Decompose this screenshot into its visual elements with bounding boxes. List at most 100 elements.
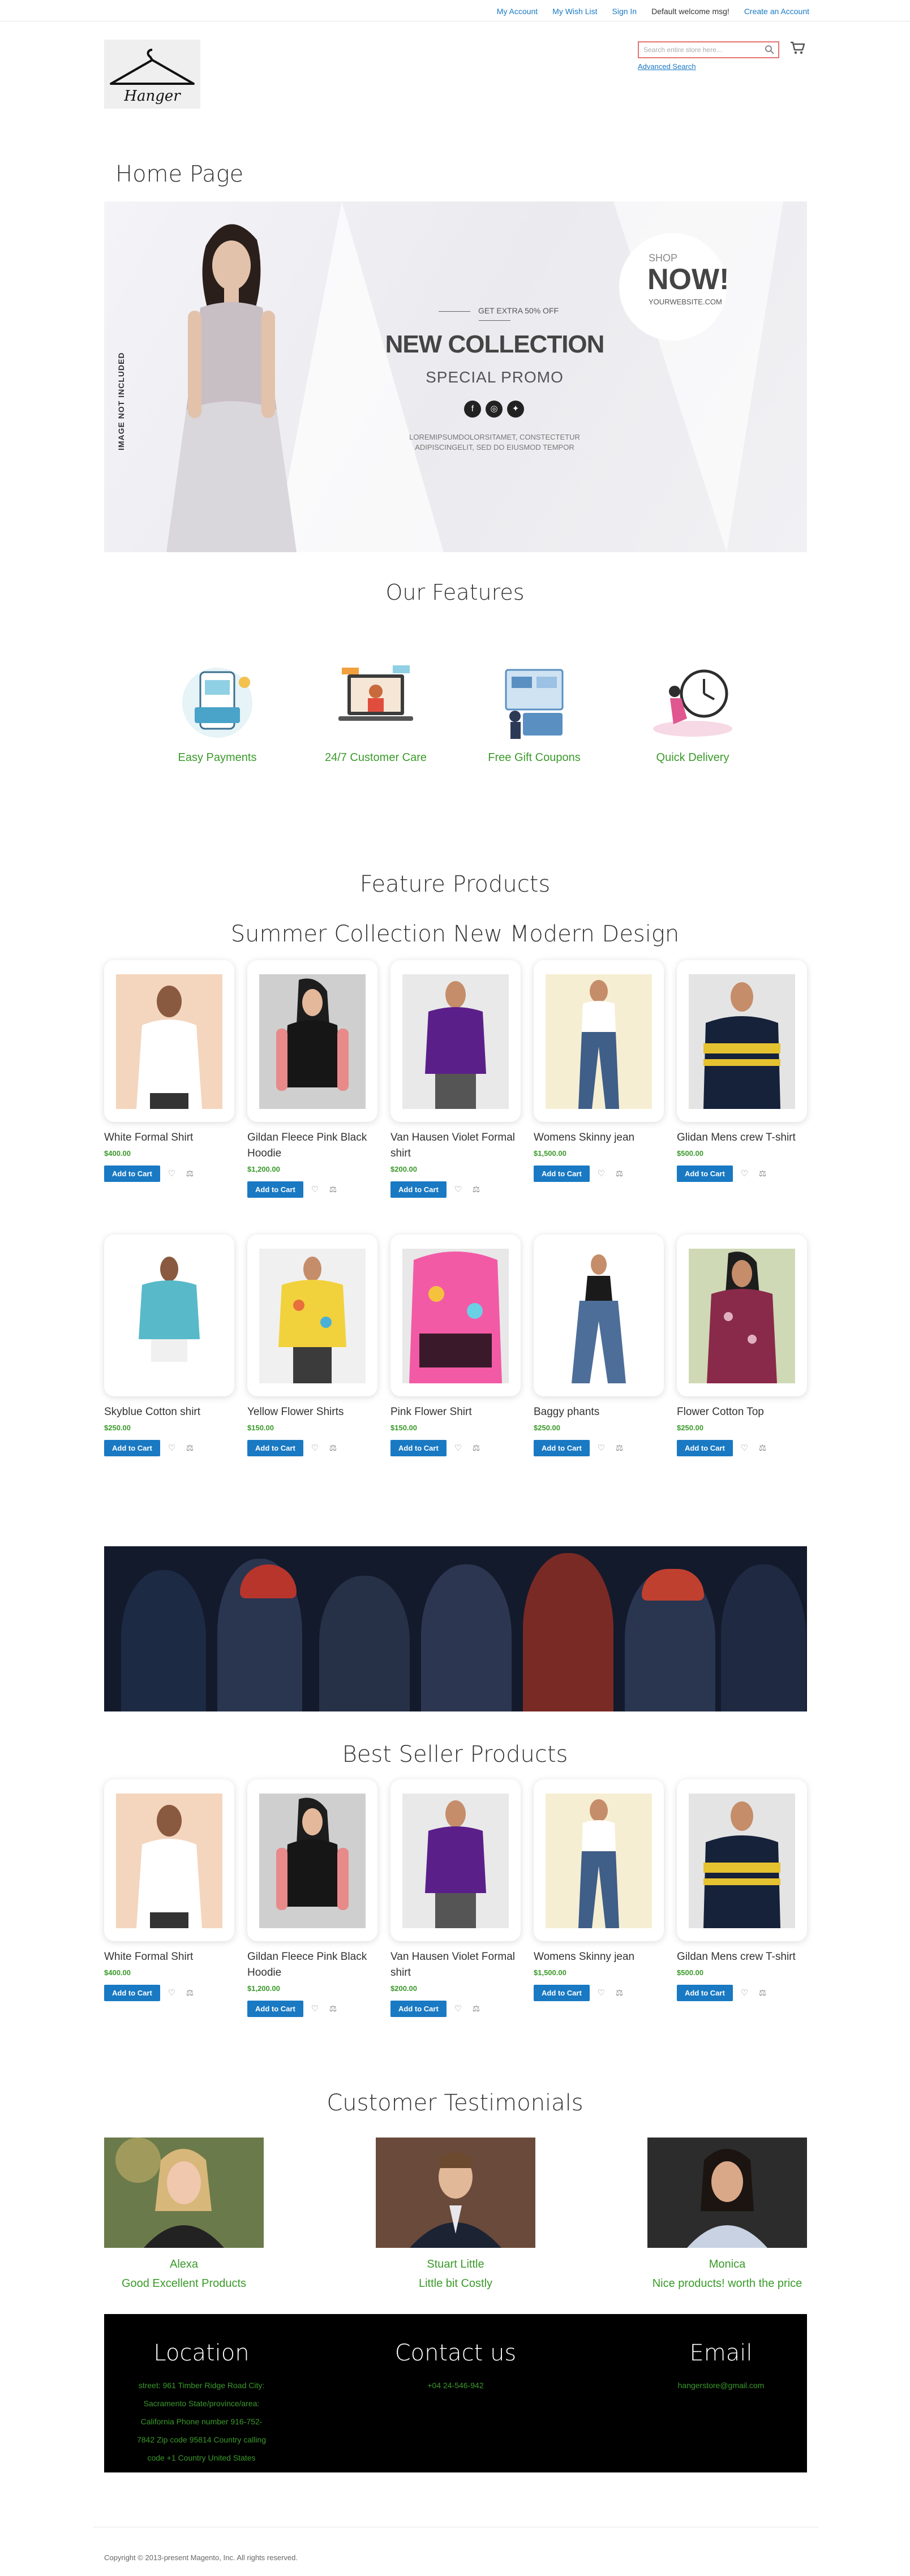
- wishlist-icon[interactable]: ♡: [741, 1443, 751, 1453]
- compare-icon[interactable]: ⚖: [759, 1443, 769, 1453]
- compare-icon[interactable]: ⚖: [186, 1443, 196, 1453]
- create-account-link[interactable]: Create an Account: [744, 7, 809, 16]
- wishlist-icon[interactable]: ♡: [168, 1443, 178, 1453]
- product-name[interactable]: Gildan Fleece Pink Black Hoodie: [247, 1949, 377, 1981]
- product-card[interactable]: Glidan Mens crew T-shirt $500.00 Add to …: [677, 960, 807, 1182]
- search-icon[interactable]: [765, 45, 775, 55]
- product-name[interactable]: Skyblue Cotton shirt: [104, 1404, 234, 1420]
- product-card[interactable]: Womens Skinny jean $1,500.00 Add to Cart…: [534, 1779, 664, 2001]
- product-image-frame[interactable]: [534, 1235, 664, 1396]
- add-to-cart-button[interactable]: Add to Cart: [104, 1166, 160, 1182]
- add-to-cart-button[interactable]: Add to Cart: [534, 1166, 590, 1182]
- wishlist-icon[interactable]: ♡: [454, 1185, 465, 1194]
- product-card[interactable]: Yellow Flower Shirts $150.00 Add to Cart…: [247, 1235, 377, 1456]
- store-logo[interactable]: Hanger: [104, 40, 200, 109]
- add-to-cart-button[interactable]: Add to Cart: [247, 2001, 303, 2017]
- advanced-search-link[interactable]: Advanced Search: [638, 62, 696, 71]
- product-card[interactable]: White Formal Shirt $400.00 Add to Cart ♡…: [104, 1779, 234, 2001]
- compare-icon[interactable]: ⚖: [616, 1988, 626, 1998]
- wishlist-icon[interactable]: ♡: [311, 1443, 321, 1453]
- product-name[interactable]: Yellow Flower Shirts: [247, 1404, 377, 1420]
- wishlist-icon[interactable]: ♡: [311, 2004, 321, 2014]
- my-wish-list-link[interactable]: My Wish List: [552, 7, 597, 16]
- product-card[interactable]: Gildan Fleece Pink Black Hoodie $1,200.0…: [247, 1779, 377, 2017]
- product-name[interactable]: Van Hausen Violet Formal shirt: [390, 1130, 521, 1162]
- add-to-cart-button[interactable]: Add to Cart: [534, 1440, 590, 1456]
- product-card[interactable]: Flower Cotton Top $250.00 Add to Cart ♡ …: [677, 1235, 807, 1456]
- wishlist-icon[interactable]: ♡: [598, 1169, 608, 1179]
- product-image-frame[interactable]: [247, 960, 377, 1122]
- product-card[interactable]: Van Hausen Violet Formal shirt $200.00 A…: [390, 960, 521, 1198]
- product-image-frame[interactable]: [247, 1235, 377, 1396]
- compare-icon[interactable]: ⚖: [759, 1988, 769, 1998]
- product-name[interactable]: Van Hausen Violet Formal shirt: [390, 1949, 521, 1981]
- product-name[interactable]: White Formal Shirt: [104, 1130, 234, 1146]
- compare-icon[interactable]: ⚖: [186, 1988, 196, 1998]
- compare-icon[interactable]: ⚖: [186, 1169, 196, 1179]
- product-image-frame[interactable]: [104, 1235, 234, 1396]
- product-name[interactable]: Womens Skinny jean: [534, 1949, 664, 1965]
- product-card[interactable]: Womens Skinny jean $1,500.00 Add to Cart…: [534, 960, 664, 1182]
- add-to-cart-button[interactable]: Add to Cart: [390, 1440, 447, 1456]
- wishlist-icon[interactable]: ♡: [454, 2004, 465, 2014]
- product-card[interactable]: Van Hausen Violet Formal shirt $200.00 A…: [390, 1779, 521, 2017]
- product-image-frame[interactable]: [677, 1235, 807, 1396]
- wishlist-icon[interactable]: ♡: [598, 1443, 608, 1453]
- product-name[interactable]: Baggy phants: [534, 1404, 664, 1420]
- product-image-frame[interactable]: [534, 1779, 664, 1941]
- product-image-frame[interactable]: [677, 960, 807, 1122]
- add-to-cart-button[interactable]: Add to Cart: [247, 1440, 303, 1456]
- product-image-frame[interactable]: [247, 1779, 377, 1941]
- product-image-frame[interactable]: [104, 960, 234, 1122]
- product-name[interactable]: Womens Skinny jean: [534, 1130, 664, 1146]
- add-to-cart-button[interactable]: Add to Cart: [677, 1166, 733, 1182]
- product-image-frame[interactable]: [390, 1779, 521, 1941]
- product-card[interactable]: White Formal Shirt $400.00 Add to Cart ♡…: [104, 960, 234, 1182]
- product-name[interactable]: Glidan Mens crew T-shirt: [677, 1130, 807, 1146]
- compare-icon[interactable]: ⚖: [329, 1443, 340, 1453]
- product-name[interactable]: Gildan Fleece Pink Black Hoodie: [247, 1130, 377, 1162]
- compare-icon[interactable]: ⚖: [616, 1443, 626, 1453]
- wishlist-icon[interactable]: ♡: [311, 1185, 321, 1194]
- compare-icon[interactable]: ⚖: [473, 1185, 483, 1194]
- add-to-cart-button[interactable]: Add to Cart: [247, 1181, 303, 1198]
- product-name[interactable]: Flower Cotton Top: [677, 1404, 807, 1420]
- product-card[interactable]: Gildan Mens crew T-shirt $500.00 Add to …: [677, 1779, 807, 2001]
- add-to-cart-button[interactable]: Add to Cart: [390, 1181, 447, 1198]
- compare-icon[interactable]: ⚖: [473, 2004, 483, 2014]
- compare-icon[interactable]: ⚖: [329, 2004, 340, 2014]
- compare-icon[interactable]: ⚖: [473, 1443, 483, 1453]
- product-image-frame[interactable]: [677, 1779, 807, 1941]
- compare-icon[interactable]: ⚖: [329, 1185, 340, 1194]
- product-image-frame[interactable]: [390, 960, 521, 1122]
- wishlist-icon[interactable]: ♡: [741, 1169, 751, 1179]
- product-name[interactable]: Pink Flower Shirt: [390, 1404, 521, 1420]
- email-address[interactable]: hangerstore@gmail.com: [636, 2376, 806, 2394]
- product-name[interactable]: White Formal Shirt: [104, 1949, 234, 1965]
- compare-icon[interactable]: ⚖: [616, 1169, 626, 1179]
- my-account-link[interactable]: My Account: [497, 7, 538, 16]
- wishlist-icon[interactable]: ♡: [454, 1443, 465, 1453]
- product-image-frame[interactable]: [104, 1779, 234, 1941]
- add-to-cart-button[interactable]: Add to Cart: [104, 1985, 160, 2001]
- search-input[interactable]: Search entire store here...: [638, 41, 779, 58]
- wishlist-icon[interactable]: ♡: [741, 1988, 751, 1998]
- wishlist-icon[interactable]: ♡: [168, 1169, 178, 1179]
- wishlist-icon[interactable]: ♡: [598, 1988, 608, 1998]
- product-card[interactable]: Baggy phants $250.00 Add to Cart ♡ ⚖: [534, 1235, 664, 1456]
- add-to-cart-button[interactable]: Add to Cart: [677, 1440, 733, 1456]
- product-image-frame[interactable]: [534, 960, 664, 1122]
- compare-icon[interactable]: ⚖: [759, 1169, 769, 1179]
- product-card[interactable]: Skyblue Cotton shirt $250.00 Add to Cart…: [104, 1235, 234, 1456]
- add-to-cart-button[interactable]: Add to Cart: [534, 1985, 590, 2001]
- contact-phone[interactable]: +04 24-546-942: [371, 2376, 540, 2394]
- promo-banner[interactable]: [104, 1546, 807, 1711]
- product-card[interactable]: Pink Flower Shirt $150.00 Add to Cart ♡ …: [390, 1235, 521, 1456]
- cart-icon[interactable]: [789, 41, 805, 55]
- hero-banner[interactable]: IMAGE NOT INCLUDED GET EXTRA 50% OFF NEW…: [104, 201, 807, 552]
- add-to-cart-button[interactable]: Add to Cart: [390, 2001, 447, 2017]
- product-name[interactable]: Gildan Mens crew T-shirt: [677, 1949, 807, 1965]
- add-to-cart-button[interactable]: Add to Cart: [677, 1985, 733, 2001]
- add-to-cart-button[interactable]: Add to Cart: [104, 1440, 160, 1456]
- product-card[interactable]: Gildan Fleece Pink Black Hoodie $1,200.0…: [247, 960, 377, 1198]
